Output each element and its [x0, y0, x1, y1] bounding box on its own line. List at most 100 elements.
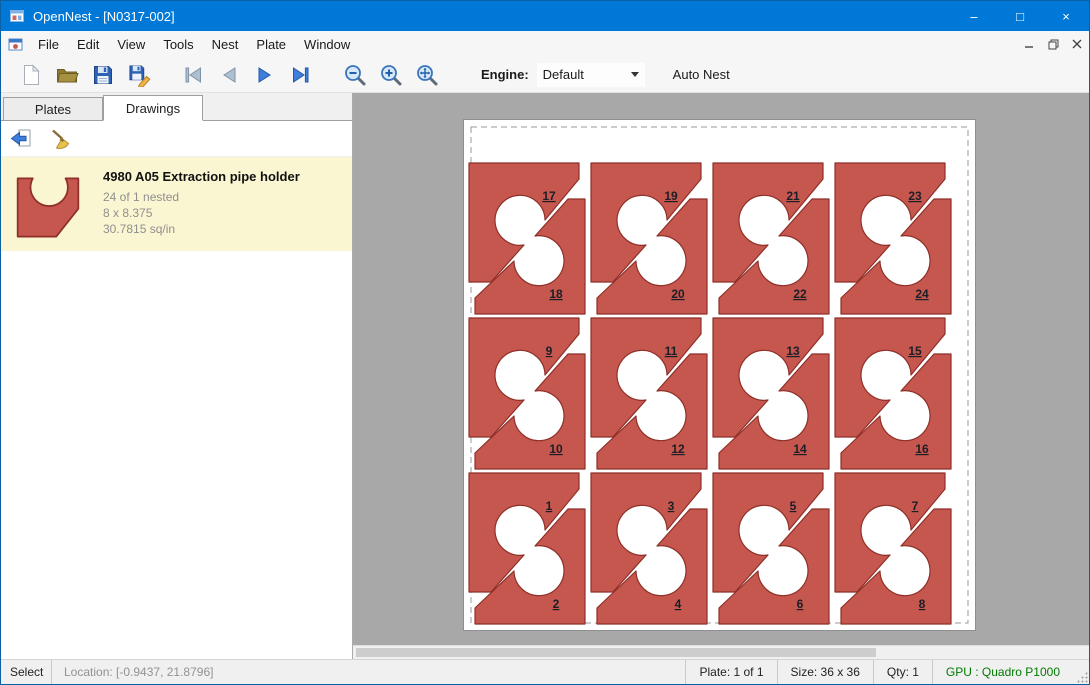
- part-number-top: 5: [790, 499, 797, 513]
- part-number-top: 13: [786, 344, 800, 358]
- menu-plate[interactable]: Plate: [247, 31, 295, 57]
- status-mode: Select: [1, 665, 51, 679]
- part-number-bottom: 2: [553, 597, 560, 611]
- nest-canvas[interactable]: 171819202122232491011121314151612345678: [353, 93, 1089, 659]
- part-number-bottom: 24: [915, 287, 929, 301]
- drawing-list-item[interactable]: 4980 A05 Extraction pipe holder 24 of 1 …: [1, 157, 352, 251]
- part-number-bottom: 4: [675, 597, 682, 611]
- open-folder-icon: [55, 63, 79, 87]
- zoom-out-button[interactable]: [337, 59, 373, 91]
- engine-label: Engine:: [481, 67, 529, 82]
- new-document-button[interactable]: [13, 59, 49, 91]
- mdi-minimize-button[interactable]: [1017, 31, 1041, 57]
- save-icon: [91, 63, 115, 87]
- menu-bar: File Edit View Tools Nest Plate Window: [1, 31, 1089, 57]
- new-document-icon: [19, 63, 43, 87]
- nav-next-icon: [253, 63, 277, 87]
- resize-grip[interactable]: [1073, 660, 1089, 684]
- part-number-top: 9: [546, 344, 553, 358]
- status-qty: Qty: 1: [874, 665, 932, 679]
- maximize-button[interactable]: □: [997, 1, 1043, 31]
- part-number-top: 17: [542, 189, 556, 203]
- part-number-top: 15: [908, 344, 922, 358]
- part-number-bottom: 16: [915, 442, 929, 456]
- zoom-in-button[interactable]: [373, 59, 409, 91]
- drawing-nested-count: 24 of 1 nested: [103, 189, 300, 205]
- menu-window[interactable]: Window: [295, 31, 359, 57]
- drawing-area: 30.7815 sq/in: [103, 221, 300, 237]
- menu-edit[interactable]: Edit: [68, 31, 108, 57]
- drawings-panel: 4980 A05 Extraction pipe holder 24 of 1 …: [1, 120, 352, 659]
- nav-first-icon: [181, 63, 205, 87]
- part-number-bottom: 20: [671, 287, 685, 301]
- app-icon: [9, 8, 25, 24]
- part-number-top: 7: [912, 499, 919, 513]
- drawings-toolbar: [1, 121, 352, 157]
- part-thumbnail: [15, 165, 81, 239]
- part-number-bottom: 12: [671, 442, 685, 456]
- part-number-top: 1: [546, 499, 553, 513]
- save-edit-icon: [127, 63, 151, 87]
- status-bar: Select Location: [-0.9437, 21.8796] Plat…: [1, 659, 1089, 684]
- save-button[interactable]: [85, 59, 121, 91]
- mdi-close-button[interactable]: [1065, 31, 1089, 57]
- drawing-size: 8 x 8.375: [103, 205, 300, 221]
- drawing-title: 4980 A05 Extraction pipe holder: [103, 169, 300, 184]
- part-number-top: 11: [665, 344, 678, 358]
- part-number-top: 21: [786, 189, 800, 203]
- title-bar: OpenNest - [N0317-002] – □ ×: [1, 1, 1089, 31]
- clean-button[interactable]: [45, 124, 77, 154]
- part-number-bottom: 18: [549, 287, 563, 301]
- menu-view[interactable]: View: [108, 31, 154, 57]
- engine-selected-value: Default: [543, 67, 631, 82]
- nav-last-button[interactable]: [283, 59, 319, 91]
- window-title: OpenNest - [N0317-002]: [33, 9, 175, 24]
- plate-sheet[interactable]: 171819202122232491011121314151612345678: [463, 119, 976, 631]
- import-arrow-icon: [9, 127, 33, 151]
- zoom-out-icon: [343, 63, 367, 87]
- auto-nest-button[interactable]: Auto Nest: [667, 63, 736, 86]
- horizontal-scrollbar[interactable]: [353, 645, 1089, 659]
- nav-first-button[interactable]: [175, 59, 211, 91]
- status-gpu: GPU : Quadro P1000: [933, 665, 1073, 679]
- engine-select[interactable]: Default: [537, 63, 645, 87]
- main-toolbar: Engine: Default Auto Nest: [1, 57, 1089, 93]
- menu-file[interactable]: File: [29, 31, 68, 57]
- status-location: Location: [-0.9437, 21.8796]: [52, 665, 225, 679]
- app-window: OpenNest - [N0317-002] – □ × File Edit V…: [0, 0, 1090, 685]
- nav-previous-icon: [217, 63, 241, 87]
- part-number-bottom: 22: [793, 287, 807, 301]
- zoom-fit-icon: [415, 63, 439, 87]
- chevron-down-icon: [631, 72, 639, 77]
- main-area: Plates Drawings: [1, 93, 1089, 659]
- menu-nest[interactable]: Nest: [203, 31, 248, 57]
- tab-strip: Plates Drawings: [1, 93, 352, 120]
- save-edit-button[interactable]: [121, 59, 157, 91]
- nav-last-icon: [289, 63, 313, 87]
- zoom-fit-button[interactable]: [409, 59, 445, 91]
- status-size: Size: 36 x 36: [778, 665, 873, 679]
- left-panel: Plates Drawings: [1, 93, 353, 659]
- part-number-top: 3: [668, 499, 675, 513]
- drawing-item-details: 4980 A05 Extraction pipe holder 24 of 1 …: [103, 165, 300, 239]
- tab-plates[interactable]: Plates: [3, 97, 103, 120]
- tab-drawings[interactable]: Drawings: [103, 95, 203, 121]
- part-number-top: 23: [908, 189, 922, 203]
- mdi-child-icon: [8, 37, 23, 52]
- mdi-window-controls: [1017, 31, 1089, 57]
- broom-icon: [49, 127, 73, 151]
- open-file-button[interactable]: [49, 59, 85, 91]
- scrollbar-thumb[interactable]: [356, 648, 876, 657]
- part-number-bottom: 8: [919, 597, 926, 611]
- minimize-button[interactable]: –: [951, 1, 997, 31]
- part-number-bottom: 14: [793, 442, 807, 456]
- import-arrow-button[interactable]: [5, 124, 37, 154]
- menu-tools[interactable]: Tools: [154, 31, 202, 57]
- part-number-bottom: 6: [797, 597, 804, 611]
- nav-previous-button[interactable]: [211, 59, 247, 91]
- part-number-bottom: 10: [549, 442, 563, 456]
- nav-next-button[interactable]: [247, 59, 283, 91]
- mdi-restore-button[interactable]: [1041, 31, 1065, 57]
- close-button[interactable]: ×: [1043, 1, 1089, 31]
- zoom-in-icon: [379, 63, 403, 87]
